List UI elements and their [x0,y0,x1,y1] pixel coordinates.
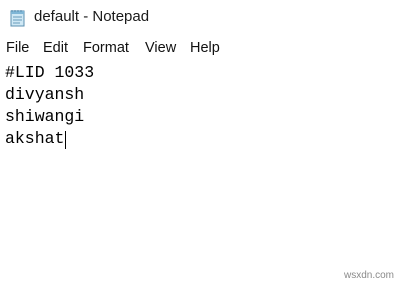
notepad-icon [10,10,25,27]
menu-edit[interactable]: Edit [43,40,68,56]
notepad-window: default - Notepad File Edit Format View … [0,0,400,287]
editor-line: #LID 1033 [5,63,95,82]
text-editor[interactable]: #LID 1033 divyansh shiwangi akshat [0,60,400,287]
menu-file[interactable]: File [6,40,29,56]
text-caret [65,131,66,149]
menu-help[interactable]: Help [190,40,220,56]
window-title: default - Notepad [34,8,150,25]
editor-line: shiwangi [5,107,85,126]
menu-bar: File Edit Format View Help [0,38,400,60]
menu-format[interactable]: Format [83,40,129,56]
title-bar[interactable]: default - Notepad [0,0,400,34]
editor-line: divyansh [5,85,85,104]
menu-view[interactable]: View [145,40,176,56]
watermark: wsxdn.com [343,270,394,281]
editor-line: akshat [5,129,65,148]
